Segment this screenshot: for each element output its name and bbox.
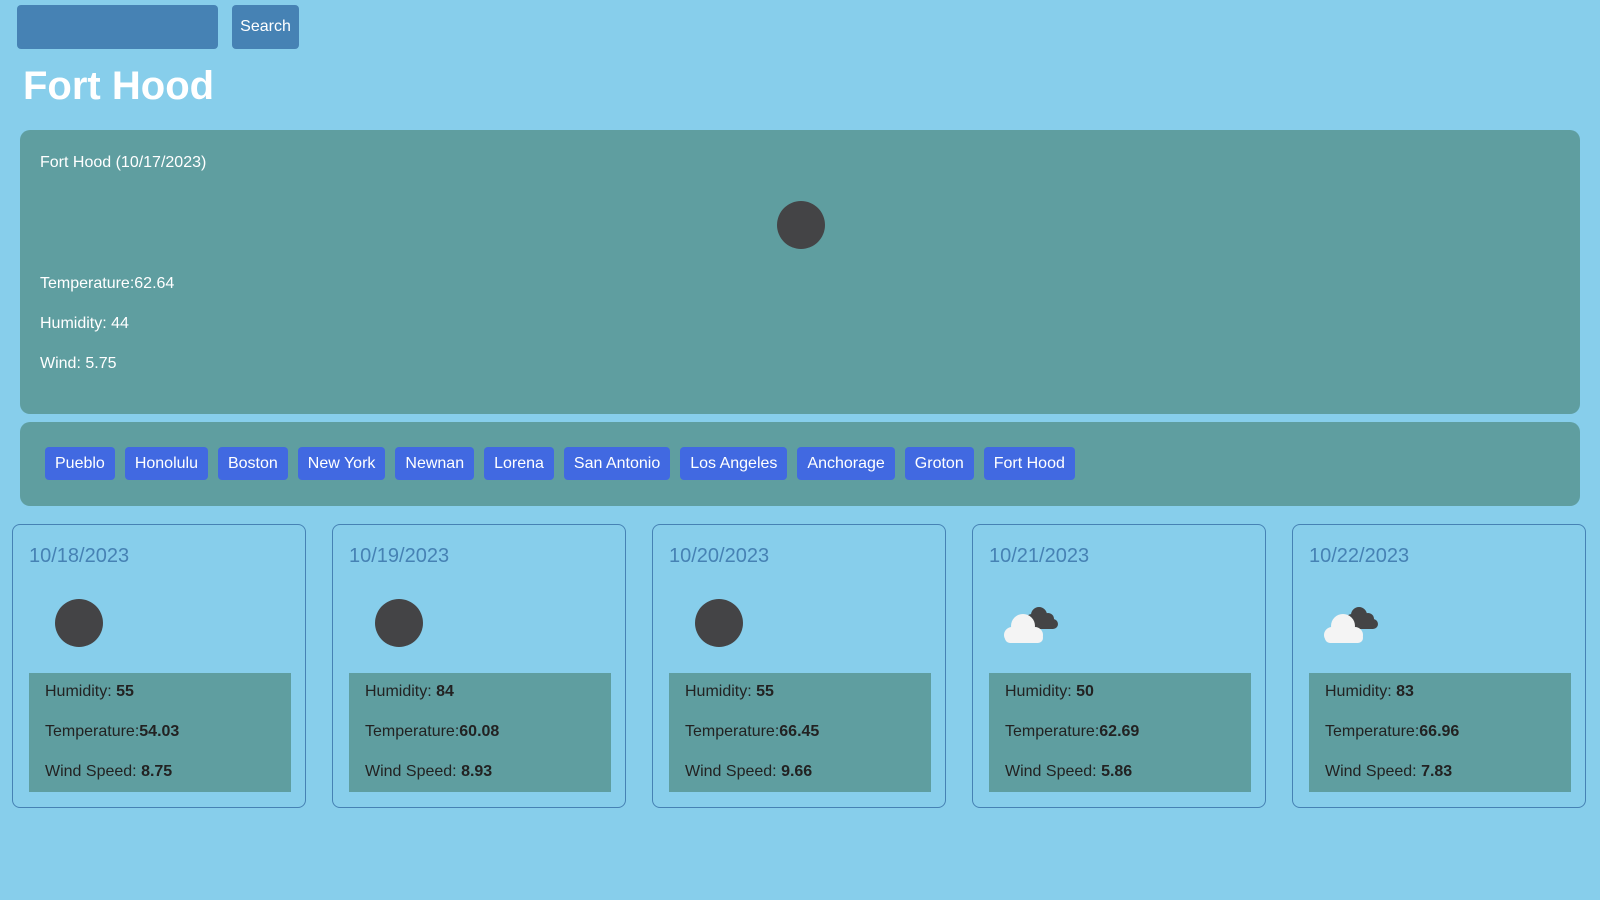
history-button[interactable]: Boston — [217, 447, 288, 480]
forecast-humidity: Humidity: 84 — [365, 683, 454, 701]
history-button[interactable]: Lorena — [484, 447, 554, 480]
current-humidity-label: Humidity: — [40, 315, 112, 332]
temperature-value: 66.45 — [779, 723, 820, 740]
history-button[interactable]: Anchorage — [797, 447, 895, 480]
history-button[interactable]: Pueblo — [45, 447, 115, 480]
search-bar: Search — [17, 5, 299, 49]
forecast-wind-speed: Wind Speed: 7.83 — [1325, 763, 1452, 781]
forecast-wind-speed: Wind Speed: 8.93 — [365, 763, 492, 781]
current-temperature-label: Temperature: — [40, 275, 135, 292]
wind-speed-value: 8.75 — [141, 763, 173, 780]
current-humidity-value: 44 — [111, 315, 129, 332]
history-button[interactable]: Los Angeles — [680, 447, 788, 480]
forecast-card: 10/20/2023 Humidity: 55 Temperature:66.4… — [652, 524, 946, 808]
forecast-humidity: Humidity: 50 — [1005, 683, 1094, 701]
current-wind-value: 5.75 — [85, 355, 117, 372]
moon-icon — [776, 200, 826, 255]
forecast-card: 10/18/2023 Humidity: 55 Temperature:54.0… — [12, 524, 306, 808]
history-button[interactable]: Groton — [904, 447, 974, 480]
moon-icon — [669, 593, 749, 658]
forecast-date: 10/19/2023 — [349, 545, 450, 567]
humidity-label: Humidity: — [45, 683, 117, 700]
wind-speed-value: 7.83 — [1421, 763, 1453, 780]
wind-speed-label: Wind Speed: — [685, 763, 782, 780]
forecast-temperature: Temperature:66.96 — [1325, 723, 1459, 741]
history-button[interactable]: New York — [297, 447, 386, 480]
forecast-wind-speed: Wind Speed: 8.75 — [45, 763, 172, 781]
forecast-date: 10/18/2023 — [29, 545, 130, 567]
current-temperature: Temperature:62.64 — [40, 275, 174, 293]
temperature-label: Temperature: — [45, 723, 140, 740]
forecast-stats: Humidity: 55 Temperature:66.45 Wind Spee… — [669, 673, 931, 792]
forecast-wind-speed: Wind Speed: 9.66 — [685, 763, 812, 781]
forecast-card: 10/21/2023 Humidity: 50 Temperature:62.6… — [972, 524, 1266, 808]
humidity-value: 84 — [436, 683, 454, 700]
temperature-value: 60.08 — [459, 723, 500, 740]
clouds-icon — [989, 593, 1069, 658]
city-title: Fort Hood — [23, 64, 215, 108]
clouds-icon — [1309, 593, 1389, 658]
temperature-label: Temperature: — [365, 723, 460, 740]
temperature-label: Temperature: — [685, 723, 780, 740]
search-input[interactable] — [17, 5, 218, 49]
moon-icon — [29, 593, 109, 658]
forecast-temperature: Temperature:66.45 — [685, 723, 819, 741]
forecast-date: 10/22/2023 — [1309, 545, 1410, 567]
forecast-card: 10/22/2023 Humidity: 83 Temperature:66.9… — [1292, 524, 1586, 808]
temperature-label: Temperature: — [1325, 723, 1420, 740]
forecast-humidity: Humidity: 55 — [45, 683, 134, 701]
forecast-stats: Humidity: 84 Temperature:60.08 Wind Spee… — [349, 673, 611, 792]
current-weather-panel: Fort Hood (10/17/2023) Temperature:62.64… — [20, 130, 1580, 414]
search-history-list: Pueblo Honolulu Boston New York Newnan L… — [45, 447, 1075, 480]
forecast-stats: Humidity: 50 Temperature:62.69 Wind Spee… — [989, 673, 1251, 792]
humidity-value: 55 — [116, 683, 134, 700]
temperature-value: 66.96 — [1419, 723, 1460, 740]
forecast-temperature: Temperature:60.08 — [365, 723, 499, 741]
wind-speed-value: 5.86 — [1101, 763, 1133, 780]
wind-speed-label: Wind Speed: — [1325, 763, 1422, 780]
temperature-value: 62.69 — [1099, 723, 1140, 740]
humidity-value: 50 — [1076, 683, 1094, 700]
forecast-stats: Humidity: 83 Temperature:66.96 Wind Spee… — [1309, 673, 1571, 792]
humidity-value: 83 — [1396, 683, 1414, 700]
wind-speed-value: 8.93 — [461, 763, 493, 780]
humidity-value: 55 — [756, 683, 774, 700]
history-button[interactable]: San Antonio — [563, 447, 671, 480]
humidity-label: Humidity: — [365, 683, 437, 700]
forecast-date: 10/20/2023 — [669, 545, 770, 567]
wind-speed-label: Wind Speed: — [365, 763, 462, 780]
forecast-humidity: Humidity: 83 — [1325, 683, 1414, 701]
moon-icon — [349, 593, 429, 658]
temperature-value: 54.03 — [139, 723, 180, 740]
forecast-temperature: Temperature:54.03 — [45, 723, 179, 741]
forecast-wind-speed: Wind Speed: 5.86 — [1005, 763, 1132, 781]
history-button[interactable]: Honolulu — [124, 447, 208, 480]
wind-speed-label: Wind Speed: — [1005, 763, 1102, 780]
forecast-date: 10/21/2023 — [989, 545, 1090, 567]
humidity-label: Humidity: — [685, 683, 757, 700]
current-heading: Fort Hood (10/17/2023) — [40, 154, 207, 171]
search-button[interactable]: Search — [232, 5, 299, 49]
wind-speed-label: Wind Speed: — [45, 763, 142, 780]
search-history-panel: Pueblo Honolulu Boston New York Newnan L… — [20, 422, 1580, 506]
current-wind: Wind: 5.75 — [40, 355, 116, 373]
wind-speed-value: 9.66 — [781, 763, 813, 780]
forecast-card: 10/19/2023 Humidity: 84 Temperature:60.0… — [332, 524, 626, 808]
forecast-stats: Humidity: 55 Temperature:54.03 Wind Spee… — [29, 673, 291, 792]
forecast-temperature: Temperature:62.69 — [1005, 723, 1139, 741]
history-button[interactable]: Newnan — [395, 447, 475, 480]
current-wind-label: Wind: — [40, 355, 86, 372]
history-button[interactable]: Fort Hood — [983, 447, 1075, 480]
humidity-label: Humidity: — [1005, 683, 1077, 700]
current-temperature-value: 62.64 — [134, 275, 175, 292]
forecast-humidity: Humidity: 55 — [685, 683, 774, 701]
current-humidity: Humidity: 44 — [40, 315, 129, 333]
humidity-label: Humidity: — [1325, 683, 1397, 700]
temperature-label: Temperature: — [1005, 723, 1100, 740]
